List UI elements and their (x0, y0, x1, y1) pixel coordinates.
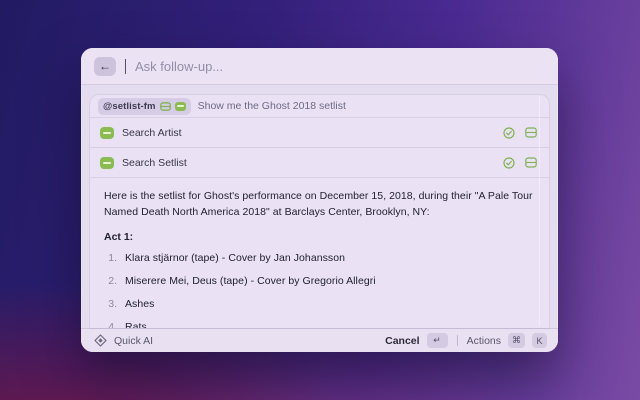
response-intro: Here is the setlist for Ghost's performa… (104, 188, 535, 220)
song-number: 1. (104, 253, 117, 264)
conversation-area: @setlist-fm Show me the Ghost 2018 setli… (81, 85, 558, 328)
song-title: Ashes (125, 299, 154, 310)
cmd-keycap: ⌘ (508, 333, 525, 348)
list-item: 4. Rats (104, 322, 535, 328)
followup-input[interactable] (135, 59, 545, 74)
step-label: Search Artist (122, 127, 495, 139)
song-number: 3. (104, 299, 117, 310)
ai-response: Here is the setlist for Ghost's performa… (90, 178, 549, 328)
list-item: 2. Miserere Mei, Deus (tape) - Cover by … (104, 276, 535, 287)
step-row-search-artist[interactable]: Search Artist (90, 118, 549, 148)
check-circle-icon (503, 157, 515, 169)
setlist-fm-mention-chip[interactable]: @setlist-fm (98, 98, 191, 115)
song-title: Rats (125, 322, 147, 328)
act-heading: Act 1: (104, 231, 535, 243)
setlist-fm-logo-icon (100, 127, 114, 139)
desktop-background: ← @setlist-fm Show me the Ghost 2018 s (0, 0, 640, 400)
mention-label: @setlist-fm (103, 101, 156, 112)
footer-divider (457, 335, 458, 346)
list-item: 3. Ashes (104, 299, 535, 310)
back-button[interactable]: ← (94, 57, 116, 76)
footer-bar: Quick AI Cancel ↵ Actions ⌘ K (81, 328, 558, 352)
actions-button[interactable]: Actions (467, 335, 501, 347)
query-text: Show me the Ghost 2018 setlist (198, 100, 346, 112)
song-number: 4. (104, 322, 117, 328)
song-title: Klara stjärnor (tape) - Cover by Jan Joh… (125, 253, 345, 264)
step-status (503, 157, 539, 169)
query-row: @setlist-fm Show me the Ghost 2018 setli… (90, 95, 549, 118)
drive-icon (525, 127, 537, 138)
step-row-search-setlist[interactable]: Search Setlist (90, 148, 549, 178)
k-keycap: K (532, 333, 547, 348)
song-list: 1. Klara stjärnor (tape) - Cover by Jan … (104, 253, 535, 328)
step-status (503, 127, 539, 139)
list-outline-icon (160, 102, 171, 111)
conversation-card: @setlist-fm Show me the Ghost 2018 setli… (90, 95, 549, 328)
setlist-fm-logo-icon (100, 157, 114, 169)
return-keycap: ↵ (427, 333, 448, 348)
header: ← (81, 48, 558, 85)
cancel-button[interactable]: Cancel (385, 335, 419, 347)
step-label: Search Setlist (122, 157, 495, 169)
list-item: 1. Klara stjärnor (tape) - Cover by Jan … (104, 253, 535, 264)
song-number: 2. (104, 276, 117, 287)
quick-ai-window: ← @setlist-fm Show me the Ghost 2018 s (81, 48, 558, 352)
text-caret (125, 59, 126, 74)
back-arrow-icon: ← (99, 59, 111, 73)
setlist-fm-logo-icon (175, 102, 186, 111)
mode-label: Quick AI (114, 335, 153, 347)
mode-indicator: Quick AI (94, 334, 153, 347)
quick-ai-diamond-icon (94, 334, 107, 347)
drive-icon (525, 157, 537, 168)
check-circle-icon (503, 127, 515, 139)
song-title: Miserere Mei, Deus (tape) - Cover by Gre… (125, 276, 376, 287)
